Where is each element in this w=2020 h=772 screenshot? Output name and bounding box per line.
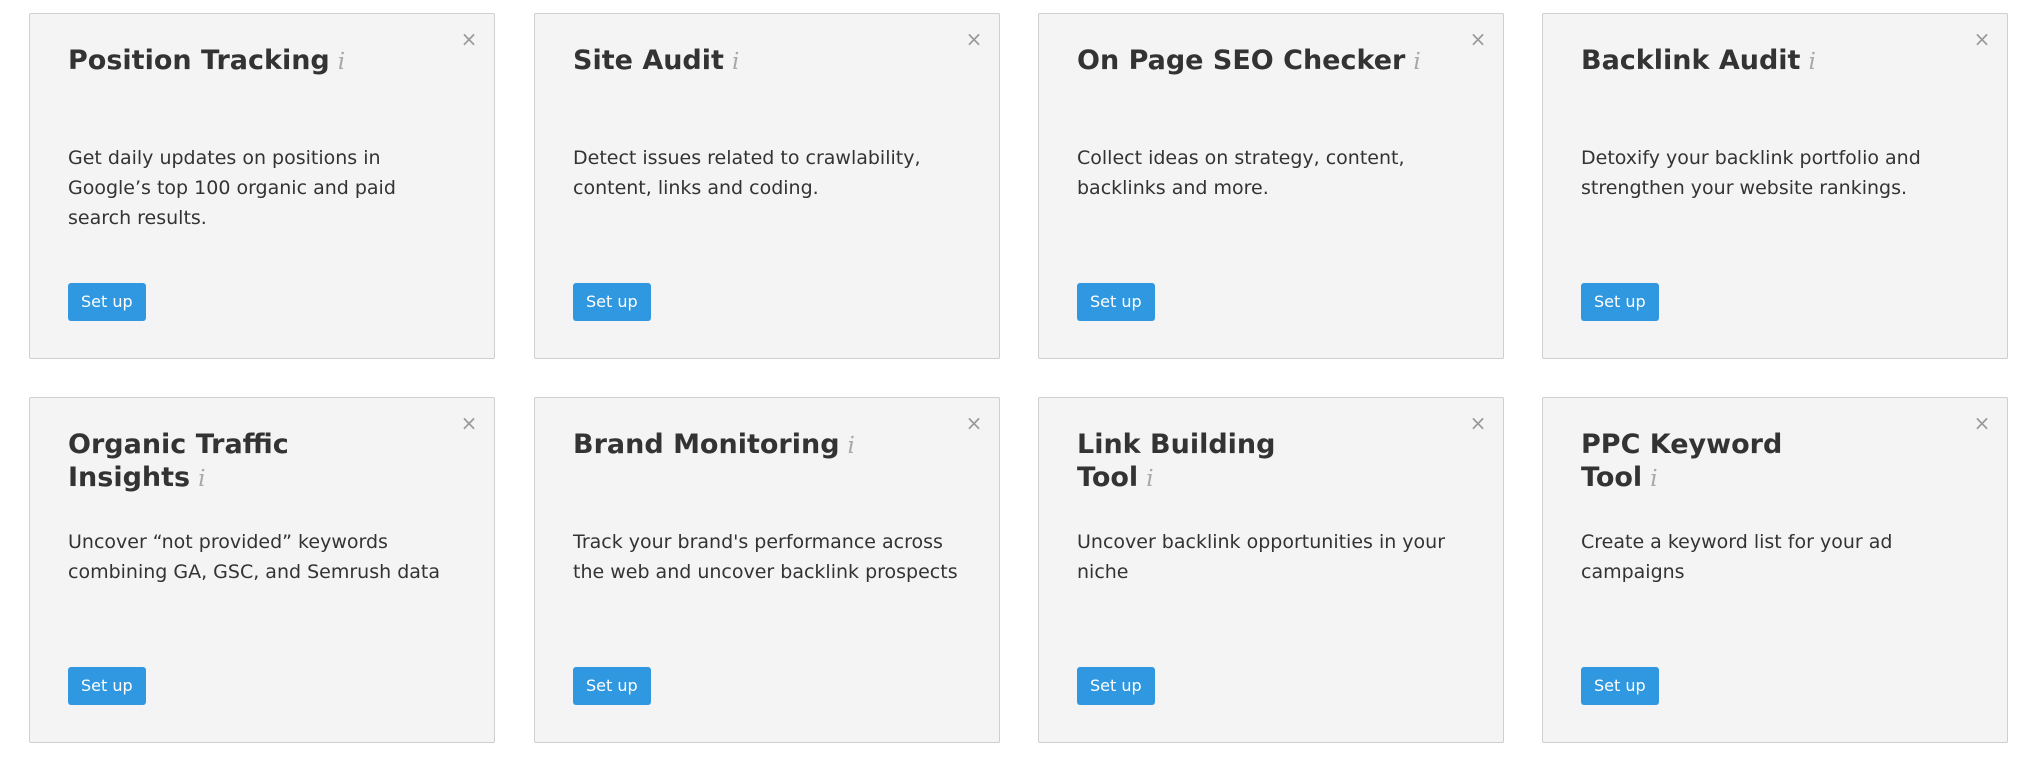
card-title-line-1: Link Building [1077, 429, 1276, 460]
setup-button[interactable]: Set up [1581, 283, 1659, 321]
setup-button[interactable]: Set up [68, 667, 146, 705]
card-ppc-keyword-tool: × PPC Keyword Tool i Create a keyword list… [1542, 397, 2008, 743]
card-brand-monitoring: × Brand Monitoring i Track your brand's p… [534, 397, 1000, 743]
close-icon[interactable]: × [1971, 412, 1993, 434]
card-link-building-tool: × Link Building Tool i Uncover backlink op… [1038, 397, 1504, 743]
card-backlink-audit: × Backlink Audit i Detoxify your backlink… [1542, 13, 2008, 359]
card-title: Position Tracking i [68, 44, 428, 79]
card-description: Uncover backlink opportunities in your n… [1077, 531, 1446, 583]
close-icon[interactable]: × [1467, 412, 1489, 434]
setup-button[interactable]: Set up [1077, 667, 1155, 705]
card-title: Link Building Tool i [1077, 428, 1437, 496]
card-description: Detect issues related to crawlability, c… [573, 147, 921, 199]
setup-button[interactable]: Set up [573, 283, 651, 321]
close-icon[interactable]: × [1467, 28, 1489, 50]
setup-button[interactable]: Set up [68, 283, 146, 321]
card-title-text: Position Tracking [68, 45, 330, 76]
setup-button[interactable]: Set up [1077, 283, 1155, 321]
card-title: Organic Traffic Insights i [68, 428, 428, 496]
close-icon[interactable]: × [458, 412, 480, 434]
card-title: Brand Monitoring i [573, 428, 933, 463]
card-title-line-2: Insights [68, 462, 191, 493]
info-icon[interactable]: i [1146, 466, 1153, 492]
info-icon[interactable]: i [198, 466, 205, 492]
info-icon[interactable]: i [1650, 466, 1657, 492]
card-title: PPC Keyword Tool i [1581, 428, 1941, 496]
card-title-line-2: Tool [1077, 462, 1139, 493]
card-title-text: Backlink Audit [1581, 45, 1801, 76]
close-icon[interactable]: × [963, 28, 985, 50]
info-icon[interactable]: i [1808, 49, 1815, 75]
card-on-page-seo-checker: × On Page SEO Checker i Collect ideas on … [1038, 13, 1504, 359]
card-title-text: Site Audit [573, 45, 724, 76]
tool-cards-grid: × Position Tracking i Get daily updates o… [0, 0, 2020, 772]
card-description: Uncover “not provided” keywords combinin… [68, 531, 440, 583]
card-description: Detoxify your backlink portfolio and str… [1581, 147, 1921, 199]
setup-button[interactable]: Set up [1581, 667, 1659, 705]
card-position-tracking: × Position Tracking i Get daily updates o… [29, 13, 495, 359]
info-icon[interactable]: i [732, 49, 739, 75]
card-organic-traffic-insights: × Organic Traffic Insights i Uncover “not … [29, 397, 495, 743]
card-title-line-1: Organic Traffic [68, 429, 289, 460]
card-title: Site Audit i [573, 44, 933, 79]
card-title: Backlink Audit i [1581, 44, 1941, 79]
close-icon[interactable]: × [1971, 28, 1993, 50]
card-title: On Page SEO Checker i [1077, 44, 1437, 79]
card-title-text: Brand Monitoring [573, 429, 840, 460]
setup-button[interactable]: Set up [573, 667, 651, 705]
info-icon[interactable]: i [338, 49, 345, 75]
info-icon[interactable]: i [848, 433, 855, 459]
card-site-audit: × Site Audit i Detect issues related to c… [534, 13, 1000, 359]
card-title-line-1: PPC Keyword [1581, 429, 1783, 460]
close-icon[interactable]: × [458, 28, 480, 50]
card-description: Collect ideas on strategy, content, back… [1077, 147, 1405, 199]
card-description: Track your brand's performance across th… [573, 531, 958, 583]
card-title-line-2: Tool [1581, 462, 1643, 493]
card-description: Create a keyword list for your ad campai… [1581, 531, 1893, 583]
close-icon[interactable]: × [963, 412, 985, 434]
info-icon[interactable]: i [1413, 49, 1420, 75]
card-description: Get daily updates on positions in Google… [68, 147, 396, 229]
card-title-text: On Page SEO Checker [1077, 45, 1406, 76]
